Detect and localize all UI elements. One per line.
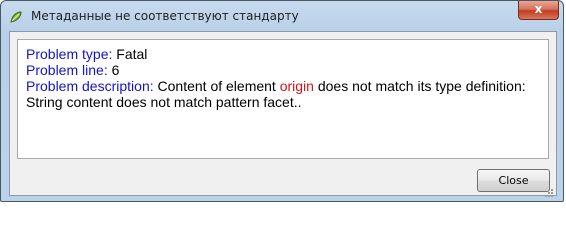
window-title: Метаданные не соответствуют стандарту: [31, 9, 299, 23]
problem-type-line: Problem type: Fatal: [26, 46, 540, 62]
problem-type-label: Problem type:: [26, 46, 113, 62]
description-text-part1: Content of element: [157, 78, 276, 94]
close-icon[interactable]: x: [518, 1, 559, 20]
problem-line-label: Problem line:: [26, 62, 108, 78]
message-text-area: Problem type: Fatal Problem line: 6 Prob…: [17, 39, 549, 159]
problem-description-line: Problem description: Content of element …: [26, 78, 540, 110]
problem-type-value: Fatal: [116, 46, 148, 62]
qgis-icon: [9, 9, 23, 23]
dialog-window: Метаданные не соответствуют стандарту x …: [0, 0, 564, 202]
problem-description-label: Problem description:: [26, 78, 154, 94]
problem-line-line: Problem line: 6: [26, 62, 540, 78]
title-bar[interactable]: Метаданные не соответствуют стандарту x: [1, 1, 563, 31]
close-button[interactable]: Close: [477, 169, 550, 192]
element-name: origin: [279, 78, 314, 94]
resize-grip-icon[interactable]: [544, 183, 554, 197]
dialog-body: Problem type: Fatal Problem line: 6 Prob…: [9, 31, 557, 197]
problem-line-value: 6: [111, 62, 120, 78]
